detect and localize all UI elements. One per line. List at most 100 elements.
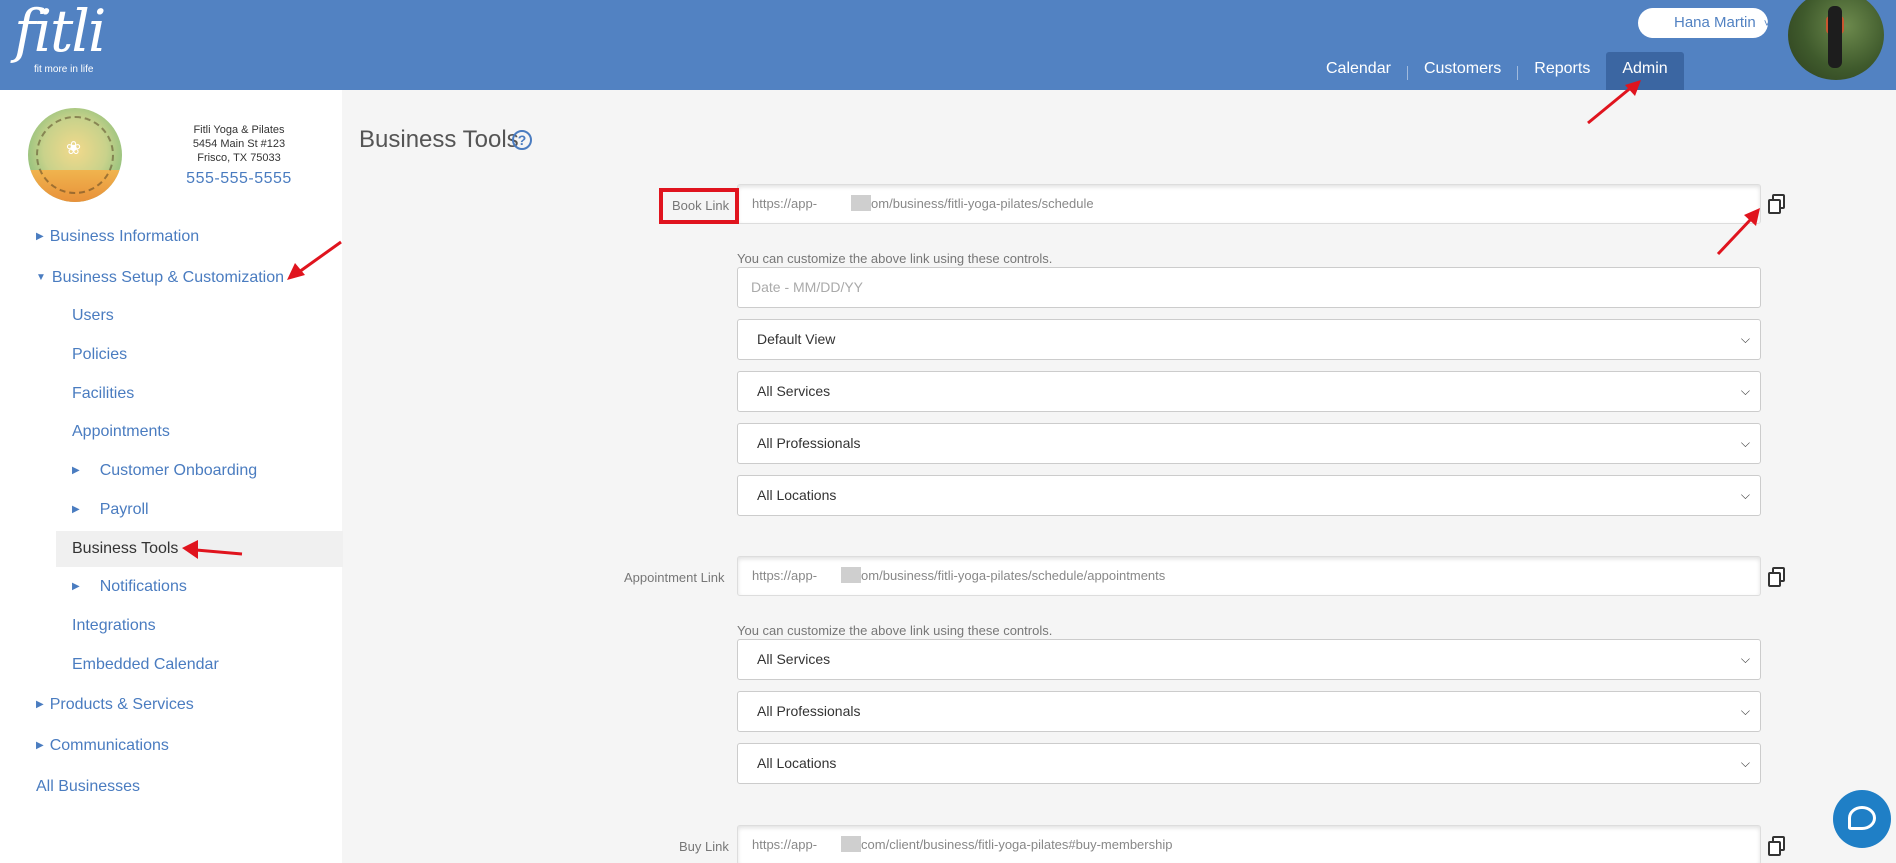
annotation-arrow (287, 240, 342, 280)
address-line1: 5454 Main St #123 (192, 138, 286, 150)
business-phone[interactable]: 555-555-5555 (160, 170, 318, 188)
select-value: All Locations (757, 487, 837, 503)
professionals-select[interactable]: All Professionals ⌵ (737, 691, 1761, 732)
chevron-down-icon: ⌵ (1740, 436, 1750, 450)
copy-icon[interactable] (1768, 836, 1786, 856)
caret-right-icon: ▶ (36, 699, 44, 710)
copy-icon-front (1768, 841, 1781, 856)
chevron-down-icon: ⌵ (1740, 756, 1750, 770)
redacted-block (851, 195, 872, 211)
sidebar-item-business-setup[interactable]: ▼ Business Setup & Customization (36, 269, 284, 287)
chevron-down-icon: ⌵ (1740, 332, 1750, 346)
chat-button[interactable] (1833, 790, 1891, 848)
date-input[interactable]: Date - MM/DD/YY (737, 267, 1761, 308)
business-name: Fitli Yoga & Pilates (193, 124, 285, 136)
select-value: All Services (757, 383, 831, 399)
annotation-arrow (1716, 208, 1760, 256)
sidebar-item-users[interactable]: Users (72, 307, 114, 325)
default-view-select[interactable]: Default View ⌵ (737, 319, 1761, 360)
user-menu-button[interactable]: Hana Martin ˅ (1638, 8, 1771, 38)
sidebar-item-policies[interactable]: Policies (72, 346, 127, 364)
nav-calendar[interactable]: Calendar (1310, 52, 1407, 90)
avatar[interactable] (1788, 0, 1884, 80)
annotation-arrow (182, 540, 243, 559)
logo-wordmark: fitli (14, 0, 106, 65)
appointment-link-label: Appointment Link (624, 570, 725, 585)
fitli-logo[interactable]: fitli fit more in life (14, 0, 106, 75)
copy-icon-front (1768, 572, 1781, 587)
buy-link-url-end: com/client/business/fitli-yoga-pilates#b… (861, 837, 1173, 852)
caret-down-icon: ▼ (36, 272, 46, 283)
sidebar-item-embedded-calendar[interactable]: Embedded Calendar (72, 656, 219, 674)
caret-right-icon: ▶ (72, 581, 80, 592)
sidebar-item-products-services[interactable]: ▶ Products & Services (36, 696, 194, 714)
sidebar-item-label: Payroll (99, 501, 149, 518)
avatar-figure (1828, 6, 1842, 68)
copy-icon-front (1768, 199, 1781, 214)
services-select[interactable]: All Services ⌵ (737, 371, 1761, 412)
customize-hint: You can customize the above link using t… (737, 623, 1053, 638)
chevron-down-icon: ⌵ (1740, 488, 1750, 502)
business-logo: ❀ (28, 108, 122, 202)
meditation-icon: ❀ (66, 138, 82, 158)
book-link-input[interactable]: https://app-om/business/fitli-yoga-pilat… (737, 184, 1761, 224)
select-value: All Professionals (757, 435, 861, 451)
page-title: Business Tools (359, 126, 519, 153)
annotation-highlight-box (659, 188, 739, 224)
locations-select[interactable]: All Locations ⌵ (737, 475, 1761, 516)
chevron-down-icon: ⌵ (1740, 704, 1750, 718)
chevron-down-icon: ˅ (1763, 18, 1771, 30)
professionals-select[interactable]: All Professionals ⌵ (737, 423, 1761, 464)
buy-link-input[interactable]: https://app-com/client/business/fitli-yo… (737, 825, 1761, 863)
sidebar-item-appointments[interactable]: Appointments (72, 423, 170, 441)
caret-right-icon: ▶ (36, 740, 44, 751)
book-link-url-start: https://app- (752, 196, 818, 211)
logo-tagline: fit more in life (34, 64, 94, 75)
appointment-link-url-end: om/business/fitli-yoga-pilates/schedule/… (861, 568, 1166, 583)
sidebar-item-payroll[interactable]: ▶ Payroll (72, 501, 149, 519)
locations-select[interactable]: All Locations ⌵ (737, 743, 1761, 784)
sidebar-item-label: Business Information (49, 228, 200, 245)
user-name: Hana Martin (1674, 14, 1756, 31)
sidebar-item-label: Notifications (99, 578, 187, 595)
redacted-block (841, 567, 862, 583)
select-value: All Services (757, 651, 831, 667)
chevron-down-icon: ⌵ (1740, 652, 1750, 666)
sidebar-item-label: Products & Services (49, 696, 194, 713)
sidebar-item-all-businesses[interactable]: All Businesses (36, 778, 140, 796)
buy-link-label: Buy Link (679, 839, 729, 854)
book-link-url-end: om/business/fitli-yoga-pilates/schedule (871, 196, 1094, 211)
sidebar-item-business-information[interactable]: ▶ Business Information (36, 228, 199, 246)
business-address: Fitli Yoga & Pilates 5454 Main St #123 F… (160, 123, 318, 165)
sidebar-item-label: Customer Onboarding (99, 462, 258, 479)
appointment-link-url-start: https://app- (752, 568, 818, 583)
select-value: Default View (757, 331, 836, 347)
sidebar: ❀ Fitli Yoga & Pilates 5454 Main St #123… (0, 90, 343, 863)
nav-customers[interactable]: Customers (1408, 52, 1517, 90)
redacted-block (841, 836, 862, 852)
copy-icon[interactable] (1768, 567, 1786, 587)
sidebar-item-notifications[interactable]: ▶ Notifications (72, 578, 187, 596)
chevron-down-icon: ⌵ (1740, 384, 1750, 398)
select-value: All Locations (757, 755, 837, 771)
main-content: Business Tools ? Book Link https://app-o… (342, 90, 1896, 863)
sidebar-item-customer-onboarding[interactable]: ▶ Customer Onboarding (72, 462, 257, 480)
sidebar-item-facilities[interactable]: Facilities (72, 385, 134, 403)
sidebar-item-integrations[interactable]: Integrations (72, 617, 156, 635)
sidebar-item-label: Communications (49, 737, 169, 754)
buy-link-url-start: https://app- (752, 837, 818, 852)
select-value: All Professionals (757, 703, 861, 719)
caret-right-icon: ▶ (36, 231, 44, 242)
services-select[interactable]: All Services ⌵ (737, 639, 1761, 680)
caret-right-icon: ▶ (72, 465, 80, 476)
annotation-arrow (1587, 80, 1641, 125)
help-icon[interactable]: ? (512, 130, 532, 150)
chat-bubble-icon (1848, 806, 1876, 830)
address-line2: Frisco, TX 75033 (197, 152, 281, 164)
copy-icon[interactable] (1768, 194, 1786, 214)
customize-hint: You can customize the above link using t… (737, 251, 1053, 266)
top-header: fitli fit more in life Hana Martin ˅ Cale… (0, 0, 1896, 90)
appointment-link-input[interactable]: https://app-om/business/fitli-yoga-pilat… (737, 556, 1761, 596)
caret-right-icon: ▶ (72, 504, 80, 515)
sidebar-item-communications[interactable]: ▶ Communications (36, 737, 169, 755)
